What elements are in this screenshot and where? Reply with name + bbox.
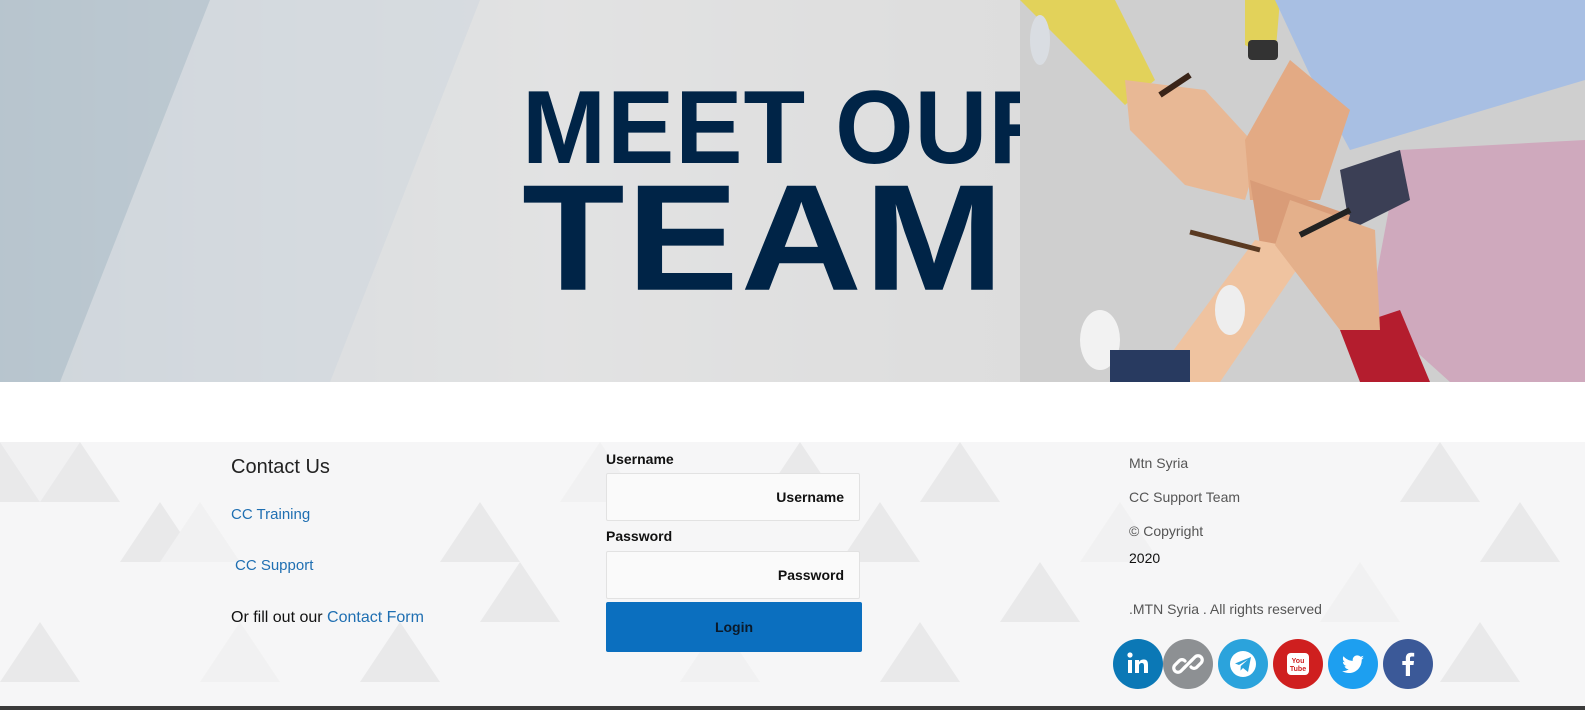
telegram-icon[interactable]: [1218, 639, 1268, 689]
hero-title-line2: TEAM!: [522, 153, 1064, 323]
twitter-icon[interactable]: [1328, 639, 1378, 689]
login-button[interactable]: Login: [606, 602, 862, 652]
facebook-icon[interactable]: [1383, 639, 1433, 689]
contact-form-link[interactable]: Contact Form: [327, 609, 424, 626]
password-input[interactable]: [606, 551, 860, 599]
link-icon[interactable]: [1163, 639, 1213, 689]
contact-us-heading: Contact Us: [231, 456, 330, 478]
linkedin-icon[interactable]: [1113, 639, 1163, 689]
rights-reserved-text: .MTN Syria . All rights reserved: [1129, 601, 1322, 617]
team-hands-image: [1020, 0, 1585, 382]
contact-form-prefix: Or fill out our: [231, 609, 328, 626]
company-name: Mtn Syria: [1129, 455, 1189, 471]
copyright-year: 2020: [1129, 550, 1161, 566]
hero-banner: MEET OUR TEAM!: [0, 0, 1585, 382]
contact-form-prompt: Or fill out our Contact Form: [231, 609, 424, 627]
svg-text:Tube: Tube: [1290, 666, 1306, 673]
username-input[interactable]: [606, 473, 860, 521]
team-name: CC Support Team: [1129, 489, 1241, 505]
bottom-bar: [0, 706, 1585, 710]
cc-support-link[interactable]: CC Support: [235, 557, 313, 574]
svg-text:You: You: [1292, 658, 1305, 665]
copyright-text: © Copyright: [1129, 523, 1204, 539]
youtube-icon[interactable]: You Tube: [1273, 639, 1323, 689]
cc-training-link[interactable]: CC Training: [231, 506, 310, 523]
password-label: Password: [606, 528, 673, 544]
hero-title: MEET OUR TEAM!: [522, 76, 1079, 330]
username-label: Username: [606, 451, 674, 467]
